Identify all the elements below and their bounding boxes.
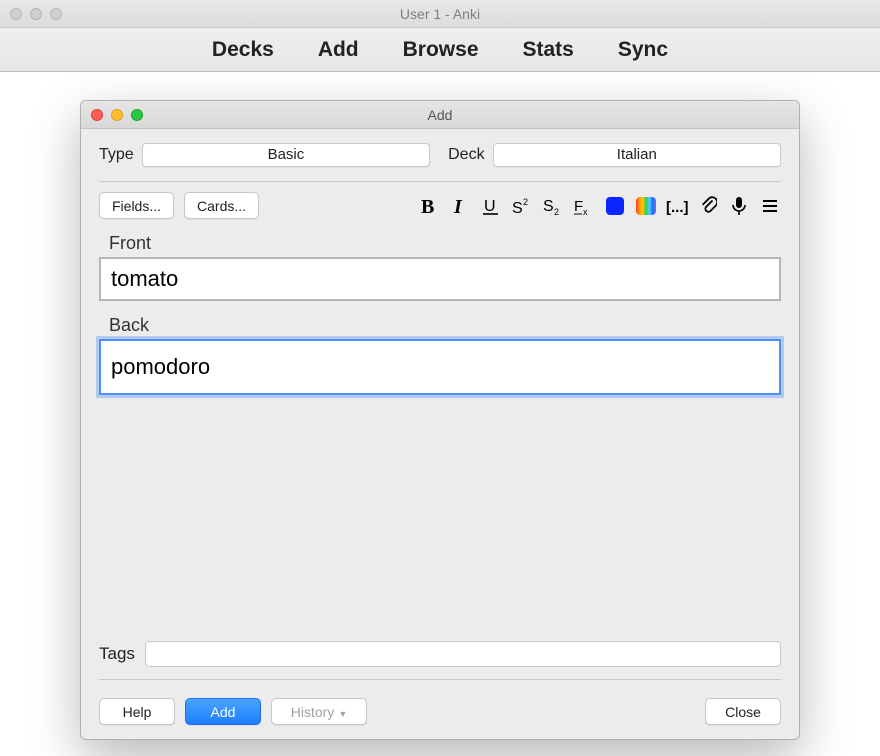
minimize-icon[interactable] <box>30 8 42 20</box>
toolbar-decks[interactable]: Decks <box>212 38 274 62</box>
svg-text:F: F <box>574 198 583 215</box>
cloze-icon[interactable]: [...] <box>666 195 688 217</box>
main-toolbar: Decks Add Browse Stats Sync <box>0 28 880 72</box>
svg-text:B: B <box>421 196 434 216</box>
attachment-icon[interactable] <box>697 195 719 217</box>
type-label: Type <box>99 146 134 164</box>
underline-icon[interactable]: U <box>480 195 502 217</box>
front-label: Front <box>109 233 781 254</box>
highlight-color-icon[interactable] <box>635 195 657 217</box>
more-options-icon[interactable] <box>759 195 781 217</box>
superscript-icon[interactable]: S2 <box>511 195 533 217</box>
toolbar-sync[interactable]: Sync <box>618 38 668 62</box>
toolbar-add[interactable]: Add <box>318 38 359 62</box>
cards-button[interactable]: Cards... <box>184 192 259 219</box>
svg-text:I: I <box>453 196 463 216</box>
maximize-icon[interactable] <box>50 8 62 20</box>
history-button-label: History <box>291 704 335 720</box>
italic-icon[interactable]: I <box>449 195 471 217</box>
dialog-title: Add <box>81 107 799 123</box>
clear-formatting-icon[interactable]: Fx <box>573 195 595 217</box>
add-dialog: Add Type Basic Deck Italian Fields... Ca… <box>80 100 800 740</box>
toolbar-stats[interactable]: Stats <box>523 38 574 62</box>
tags-label: Tags <box>99 644 135 664</box>
divider <box>99 679 781 680</box>
svg-text:x: x <box>583 207 588 216</box>
main-titlebar: User 1 - Anki <box>0 0 880 28</box>
history-button[interactable]: History▼ <box>271 698 367 725</box>
svg-text:2: 2 <box>523 197 528 207</box>
close-button[interactable]: Close <box>705 698 781 725</box>
deck-label: Deck <box>448 146 484 164</box>
back-label: Back <box>109 315 781 336</box>
divider <box>99 181 781 182</box>
close-icon[interactable] <box>10 8 22 20</box>
chevron-down-icon: ▼ <box>338 709 347 719</box>
deck-selector[interactable]: Italian <box>493 143 781 167</box>
svg-text:[...]: [...] <box>666 199 688 216</box>
dialog-titlebar: Add <box>81 101 799 129</box>
text-color-icon[interactable] <box>604 195 626 217</box>
add-button[interactable]: Add <box>185 698 261 725</box>
bold-icon[interactable]: B <box>418 195 440 217</box>
record-audio-icon[interactable] <box>728 195 750 217</box>
fields-button[interactable]: Fields... <box>99 192 174 219</box>
tags-field[interactable] <box>145 641 781 667</box>
formatting-toolbar: B I U S2 S2 Fx <box>418 195 781 217</box>
toolbar-browse[interactable]: Browse <box>403 38 479 62</box>
help-button[interactable]: Help <box>99 698 175 725</box>
back-field[interactable] <box>99 339 781 395</box>
svg-text:U: U <box>484 198 496 215</box>
svg-text:2: 2 <box>554 207 559 216</box>
front-field[interactable] <box>99 257 781 301</box>
type-selector[interactable]: Basic <box>142 143 430 167</box>
window-title: User 1 - Anki <box>0 6 880 22</box>
subscript-icon[interactable]: S2 <box>542 195 564 217</box>
svg-text:S: S <box>512 200 523 216</box>
svg-text:S: S <box>543 198 554 215</box>
